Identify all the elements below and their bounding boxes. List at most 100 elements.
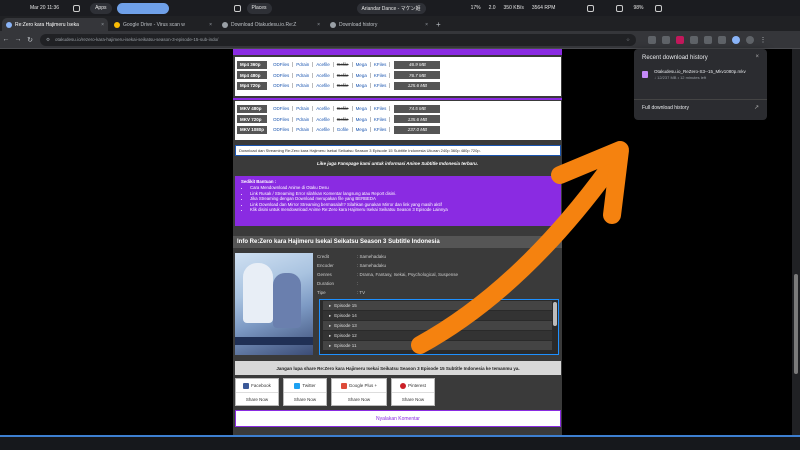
download-link[interactable]: ODFiles bbox=[270, 83, 294, 88]
overview-icon[interactable] bbox=[73, 4, 81, 12]
tab-download-otakudesu[interactable]: Download Otakudesu.io.Re:Z × bbox=[218, 18, 324, 31]
download-link[interactable]: Pdrain bbox=[293, 72, 314, 78]
tab-rezero[interactable]: Re:Zero kara Hajimeru Iseka × bbox=[2, 18, 108, 31]
places-menu[interactable]: Places bbox=[246, 2, 272, 14]
download-history-popup: Recent download history × Otakudesu.io_R… bbox=[634, 49, 767, 120]
close-icon[interactable]: × bbox=[755, 54, 759, 60]
download-link[interactable]: Pdrain bbox=[293, 127, 314, 132]
close-icon[interactable]: × bbox=[206, 22, 212, 28]
battery-level[interactable]: 98% bbox=[633, 5, 643, 11]
twitter-share-button[interactable]: Twitter Share Now bbox=[283, 378, 327, 406]
download-link[interactable]: Mega bbox=[353, 127, 371, 132]
download-link[interactable]: Gofile bbox=[334, 83, 353, 88]
download-item[interactable]: Otakudesu.io_ReZero-S3--15_Mkv1080p.mkv … bbox=[642, 69, 759, 80]
puzzle-icon[interactable] bbox=[718, 35, 726, 44]
download-link[interactable]: Gofile bbox=[334, 127, 353, 132]
download-link[interactable]: KFiles bbox=[371, 83, 391, 88]
episode-list[interactable]: Episode 15 Episode 14 Episode 13 Episode… bbox=[319, 299, 559, 355]
new-tab-button[interactable]: + bbox=[436, 20, 441, 29]
date-time[interactable]: Mar 20 11:36 bbox=[30, 5, 59, 11]
download-link[interactable]: Acefile bbox=[313, 62, 334, 67]
download-link[interactable]: Gofile bbox=[334, 62, 353, 67]
download-link[interactable]: Gofile bbox=[334, 72, 353, 78]
info-value: : Samehadaku bbox=[357, 263, 387, 268]
download-link[interactable]: Mega bbox=[353, 116, 371, 122]
fan-speed: 3564 RPM bbox=[531, 5, 556, 11]
download-link[interactable]: Mega bbox=[353, 72, 371, 78]
download-link[interactable]: KFiles bbox=[371, 62, 391, 67]
download-link[interactable]: Acefile bbox=[313, 106, 334, 111]
info-row: Tipe: TV bbox=[317, 290, 365, 295]
download-link[interactable]: ODFiles bbox=[270, 106, 294, 111]
facebook-share-button[interactable]: Facebook Share Now bbox=[235, 378, 279, 406]
episode-link[interactable]: Episode 12 bbox=[323, 331, 552, 340]
help-item[interactable]: Klik disini untuk mendownload Anime Re:Z… bbox=[250, 207, 555, 213]
profile-avatar[interactable] bbox=[746, 35, 754, 44]
download-link[interactable]: Mega bbox=[353, 106, 371, 111]
download-link[interactable]: ODFiles bbox=[270, 127, 294, 132]
close-icon[interactable]: × bbox=[314, 22, 320, 28]
download-link[interactable]: ODFiles bbox=[270, 62, 294, 67]
download-link[interactable]: ODFiles bbox=[270, 116, 294, 122]
tab-google-drive[interactable]: Google Drive - Virus scan w × bbox=[110, 18, 216, 31]
mp4-download-table: Mp4 360p ODFiles Pdrain Acefile Gofile Mega KF… bbox=[235, 57, 561, 96]
apps-menu[interactable]: Apps bbox=[90, 2, 112, 14]
workspace-icon[interactable] bbox=[233, 4, 241, 12]
download-link[interactable]: KFiles bbox=[371, 72, 391, 78]
download-link[interactable]: Acefile bbox=[313, 116, 334, 122]
scrollbar-thumb[interactable] bbox=[794, 274, 798, 374]
enable-comments-button[interactable]: Nyalakan Komentar bbox=[235, 410, 561, 427]
download-link[interactable]: Mega bbox=[353, 83, 371, 88]
close-icon[interactable]: × bbox=[98, 22, 104, 28]
address-bar[interactable]: ⚙ otakudesu.io/rezero-kara-hajimeru-isek… bbox=[40, 33, 636, 46]
site-info-icon[interactable]: ⚙ bbox=[46, 37, 50, 43]
extension-icon[interactable] bbox=[704, 35, 712, 44]
episode-link[interactable]: Episode 11 bbox=[323, 341, 552, 350]
download-link[interactable]: Gofile bbox=[334, 116, 353, 122]
volume-icon[interactable] bbox=[616, 4, 624, 12]
menu-icon[interactable]: ⋮ bbox=[757, 36, 769, 44]
download-link[interactable]: Pdrain bbox=[293, 106, 314, 111]
download-link[interactable]: Acefile bbox=[313, 72, 334, 78]
download-link[interactable]: Gofile bbox=[334, 106, 353, 111]
episode-list-scrollbar[interactable] bbox=[553, 302, 557, 326]
pinterest-icon bbox=[400, 382, 407, 389]
extension-icon[interactable] bbox=[662, 35, 670, 44]
episode-link[interactable]: Episode 14 bbox=[323, 311, 552, 320]
memory-usage: 2.0 bbox=[488, 5, 496, 11]
tab-download-history[interactable]: Download history × bbox=[326, 18, 432, 31]
download-link[interactable]: KFiles bbox=[371, 116, 391, 122]
open-external-icon[interactable]: ↗ bbox=[754, 104, 759, 111]
workspace-indicator[interactable] bbox=[116, 2, 169, 14]
extension-icon[interactable] bbox=[648, 35, 656, 44]
discord-icon[interactable] bbox=[587, 4, 595, 12]
media-indicator[interactable]: Ariandar Dance - マケン姫 bbox=[356, 2, 426, 14]
page-scrollbar[interactable] bbox=[792, 49, 800, 435]
download-link[interactable]: Pdrain bbox=[293, 116, 314, 122]
extension-icon[interactable] bbox=[690, 35, 698, 44]
close-icon[interactable]: × bbox=[422, 22, 428, 28]
episode-link[interactable]: Episode 13 bbox=[323, 321, 552, 330]
info-value: : Drama, Fantasy, Isekai, Psychological,… bbox=[357, 272, 458, 277]
bookmark-star-icon[interactable]: ☆ bbox=[626, 37, 630, 43]
forward-icon[interactable]: → bbox=[12, 36, 24, 43]
reload-icon[interactable]: ↻ bbox=[24, 36, 36, 44]
power-icon[interactable] bbox=[655, 4, 663, 12]
extension-icon[interactable] bbox=[676, 35, 684, 44]
download-link[interactable]: Pdrain bbox=[293, 83, 314, 88]
download-progress-text: ↓ 12/237 MB • 12 minutes left bbox=[654, 75, 707, 80]
full-download-history-link[interactable]: Full download history bbox=[642, 105, 689, 111]
download-link[interactable]: KFiles bbox=[371, 127, 391, 132]
info-key: Genres bbox=[317, 272, 332, 277]
pinterest-share-button[interactable]: Pinterest Share Now bbox=[391, 378, 435, 406]
download-link[interactable]: ODFiles bbox=[270, 72, 294, 78]
download-link[interactable]: Acefile bbox=[313, 83, 334, 88]
google-plus-share-button[interactable]: Google Plus + Share Now bbox=[331, 378, 387, 406]
download-link[interactable]: Pdrain bbox=[293, 62, 314, 67]
download-link[interactable]: KFiles bbox=[371, 106, 391, 111]
download-link[interactable]: Mega bbox=[353, 62, 371, 67]
episode-link[interactable]: Episode 15 bbox=[323, 301, 552, 310]
back-icon[interactable]: ← bbox=[0, 36, 12, 43]
download-icon[interactable] bbox=[732, 35, 740, 44]
download-link[interactable]: Acefile bbox=[313, 127, 334, 132]
